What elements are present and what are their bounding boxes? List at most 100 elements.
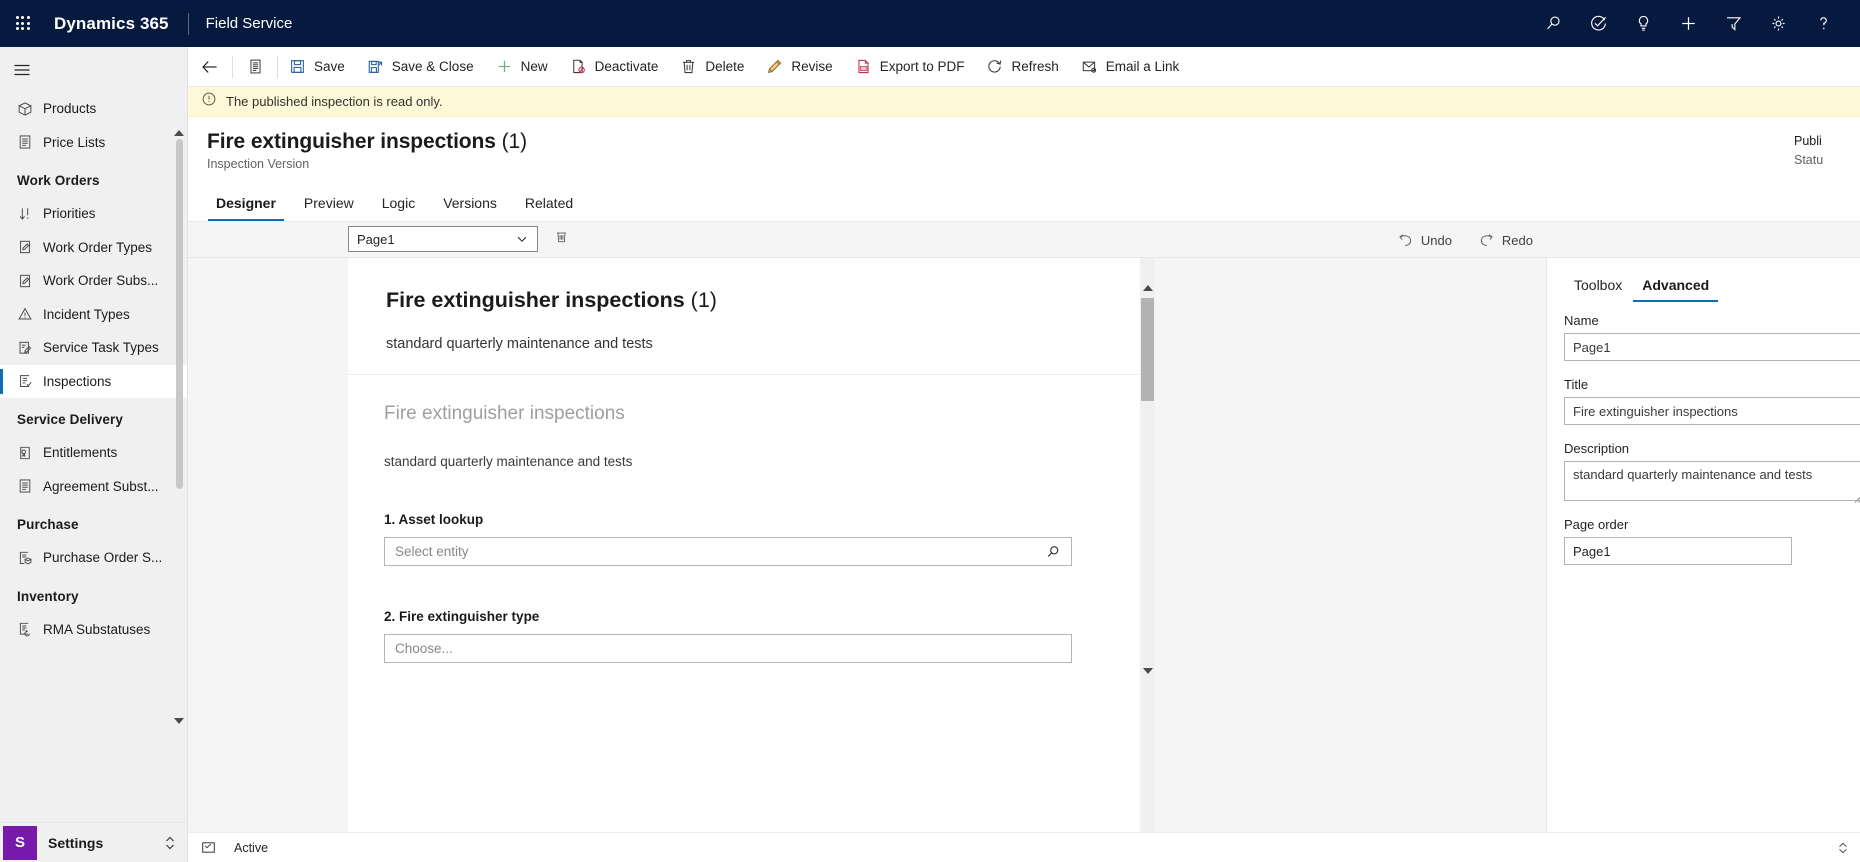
command-label: Refresh [1011,59,1059,74]
command-label: Revise [791,59,833,74]
dropdown-placeholder: Choose... [395,641,453,656]
sitemap-scroll-down-arrow[interactable] [172,714,186,728]
page-select-dropdown[interactable]: Page1 [348,226,538,252]
sidebar-item-incident-types[interactable]: Incident Types [0,298,187,332]
tab-versions[interactable]: Versions [434,195,506,221]
form-footer-icon[interactable] [201,840,216,855]
tab-designer[interactable]: Designer [207,195,285,221]
expand-icon[interactable] [1836,841,1850,855]
name-field[interactable]: Page1 [1564,333,1860,361]
waffle-menu-button[interactable] [0,0,46,47]
lightbulb-icon[interactable] [1621,0,1666,47]
settings-area-switcher[interactable]: S Settings [0,822,187,862]
sidebar-item-entitlements[interactable]: Entitlements [0,436,187,470]
purchase-order-icon [17,550,43,566]
command-label: Save & Close [391,59,474,74]
question-number: 2. [384,609,396,624]
form-card-title-version: (1) [690,288,717,312]
app-name[interactable]: Field Service [206,15,293,32]
sidebar-item-work-order-types[interactable]: Work Order Types [0,231,187,265]
deactivate-button[interactable]: Deactivate [559,47,670,87]
tab-logic[interactable]: Logic [373,195,424,221]
save-and-close-button[interactable]: Save & Close [356,47,485,87]
plus-icon[interactable] [1666,0,1711,47]
undo-button[interactable]: Undo [1384,232,1465,249]
tab-toolbox[interactable]: Toolbox [1564,277,1632,302]
delete-page-button[interactable] [550,228,572,250]
description-field[interactable]: standard quarterly maintenance and tests [1564,461,1860,503]
task-pen-icon [17,340,43,356]
sidebar-item-inspections[interactable]: Inspections [0,364,187,398]
sidebar-item-agreement-substatuses[interactable]: Agreement Subst... [0,470,187,504]
canvas-scrollbar-thumb[interactable] [1141,298,1154,401]
help-icon[interactable] [1801,0,1846,47]
textarea-resize-handle[interactable] [1853,490,1860,503]
export-to-pdf-button[interactable]: Export to PDF [844,47,976,87]
sidebar-item-priorities[interactable]: Priorities [0,197,187,231]
form-title-placeholder[interactable]: Fire extinguisher inspections [384,403,1140,425]
triangle-up-icon [174,130,184,136]
title-field[interactable]: Fire extinguisher inspections [1564,397,1860,425]
form-list-icon[interactable] [233,47,277,87]
sidebar-item-price-lists[interactable]: Price Lists [0,126,187,160]
canvas-scroll-up-arrow[interactable] [1140,281,1155,295]
form-card-title: Fire extinguisher inspections (1) [386,288,1140,313]
command-bar: Save Save & Close New Deactivate Delete … [188,47,1860,87]
arrow-left-icon[interactable] [188,47,232,87]
chevron-updown-icon[interactable] [164,834,176,852]
search-icon[interactable] [1045,544,1061,560]
canvas-scroll-down-arrow[interactable] [1140,664,1155,678]
sitemap-group-title-inventory: Inventory [17,588,79,604]
header-field-label: Publi [1794,134,1822,148]
sidebar-item-purchase-order-substatuses[interactable]: Purchase Order S... [0,541,187,575]
new-button[interactable]: New [485,47,559,87]
property-field-name: Name Page1 [1564,313,1860,361]
sidebar-item-label: Agreement Subst... [43,478,159,494]
sitemap-group: Entitlements Agreement Subst... [0,436,187,503]
filter-icon[interactable] [1711,0,1756,47]
diagnostics-icon[interactable] [1576,0,1621,47]
form-card-header: Fire extinguisher inspections (1) standa… [348,258,1140,375]
pricelist-icon [17,478,43,494]
command-label: Delete [705,59,745,74]
fire-extinguisher-type-dropdown[interactable]: Choose... [384,634,1072,663]
notification-text: The published inspection is read only. [226,94,443,109]
search-icon[interactable] [1531,0,1576,47]
pencil-icon [766,58,783,75]
sidebar-item-service-task-types[interactable]: Service Task Types [0,331,187,365]
command-label: Deactivate [594,59,659,74]
brand-title[interactable]: Dynamics 365 [54,14,169,34]
form-description[interactable]: standard quarterly maintenance and tests [384,454,1140,469]
gear-icon[interactable] [1756,0,1801,47]
brand-separator [187,12,189,35]
sort-icon [17,206,43,222]
refresh-button[interactable]: Refresh [975,47,1069,87]
question-item[interactable]: 2. Fire extinguisher type Choose... [384,609,1140,663]
sitemap-scroll-up-arrow[interactable] [172,127,186,139]
designer-toolbar: Page1 Undo Redo [188,222,1860,258]
pricelist-icon [17,134,43,150]
save-close-icon [367,58,384,75]
hamburger-icon[interactable] [0,47,187,92]
sidebar-item-products[interactable]: Products [0,92,187,126]
redo-button[interactable]: Redo [1465,232,1546,249]
record-entity-name: Inspection Version [207,157,310,171]
sidebar-item-label: Purchase Order S... [43,550,163,566]
revise-button[interactable]: Revise [755,47,843,87]
tab-preview[interactable]: Preview [295,195,363,221]
question-item[interactable]: 1. Asset lookup Select entity [384,512,1140,566]
page-order-field[interactable]: Page1 [1564,537,1792,565]
tab-related[interactable]: Related [516,195,582,221]
save-button[interactable]: Save [278,47,356,87]
sidebar-item-label: Incident Types [43,306,130,322]
sidebar-item-work-order-substatuses[interactable]: Work Order Subs... [0,264,187,298]
command-label: Email a Link [1105,59,1180,74]
property-field-description: Description standard quarterly maintenan… [1564,441,1860,503]
asset-lookup-input[interactable]: Select entity [384,537,1072,566]
delete-button[interactable]: Delete [669,47,755,87]
email-a-link-button[interactable]: Email a Link [1070,47,1191,87]
inspection-form-card: Fire extinguisher inspections (1) standa… [348,258,1140,862]
sidebar-item-rma-substatuses[interactable]: RMA Substatuses [0,613,187,647]
tab-advanced[interactable]: Advanced [1632,277,1719,302]
sitemap-scrollbar-thumb[interactable] [176,139,183,489]
